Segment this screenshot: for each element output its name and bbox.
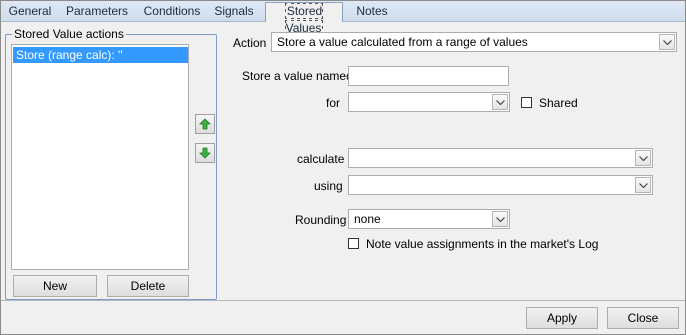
dialog-window: General Parameters Conditions Signals St… [0, 0, 686, 335]
tab-parameters[interactable]: Parameters [63, 4, 131, 21]
move-up-button[interactable] [195, 114, 215, 134]
using-label: using [314, 179, 343, 193]
footer-separator [1, 300, 685, 301]
rounding-label: Rounding [295, 213, 347, 227]
calculate-select[interactable] [348, 148, 653, 168]
store-name-label: Store a value named [242, 69, 353, 83]
chevron-down-icon [496, 100, 505, 105]
tab-stored-values[interactable]: Stored Values [265, 2, 343, 36]
dropdown-button[interactable] [635, 177, 651, 193]
for-select[interactable] [348, 92, 510, 112]
store-name-input[interactable] [348, 66, 509, 86]
tab-general[interactable]: General [5, 4, 55, 21]
action-select[interactable]: Store a value calculated from a range of… [271, 32, 677, 52]
shared-checkbox[interactable] [521, 97, 532, 108]
stored-value-list[interactable]: Store (range calc): '' [11, 44, 189, 270]
apply-button[interactable]: Apply [526, 307, 598, 329]
chevron-down-icon [496, 217, 505, 222]
chevron-down-icon [639, 183, 648, 188]
note-log-checkbox[interactable] [348, 238, 359, 249]
calculate-label: calculate [297, 152, 345, 166]
action-select-value: Store a value calculated from a range of… [277, 35, 528, 49]
delete-button[interactable]: Delete [107, 275, 189, 297]
using-select[interactable] [348, 175, 653, 195]
dropdown-button[interactable] [635, 150, 651, 166]
tab-signals[interactable]: Signals [209, 4, 259, 21]
action-label: Action [233, 36, 267, 50]
dropdown-button[interactable] [492, 211, 508, 227]
arrow-down-icon [199, 147, 211, 159]
shared-label: Shared [539, 96, 578, 110]
move-down-button[interactable] [195, 143, 215, 163]
for-label: for [326, 96, 341, 110]
close-button[interactable]: Close [607, 307, 679, 329]
tab-notes[interactable]: Notes [349, 4, 395, 21]
chevron-down-icon [639, 156, 648, 161]
tab-strip: General Parameters Conditions Signals St… [1, 1, 685, 36]
arrow-up-icon [199, 118, 211, 130]
dropdown-button[interactable] [492, 94, 508, 110]
tab-conditions[interactable]: Conditions [139, 4, 205, 21]
note-log-label: Note value assignments in the market's L… [366, 237, 599, 251]
rounding-select-value: none [354, 212, 381, 226]
dropdown-button[interactable] [659, 34, 675, 50]
list-item[interactable]: Store (range calc): '' [13, 47, 188, 63]
chevron-down-icon [663, 40, 672, 45]
rounding-select[interactable]: none [348, 209, 510, 229]
new-button[interactable]: New [13, 275, 97, 297]
group-title: Stored Value actions [12, 27, 126, 41]
